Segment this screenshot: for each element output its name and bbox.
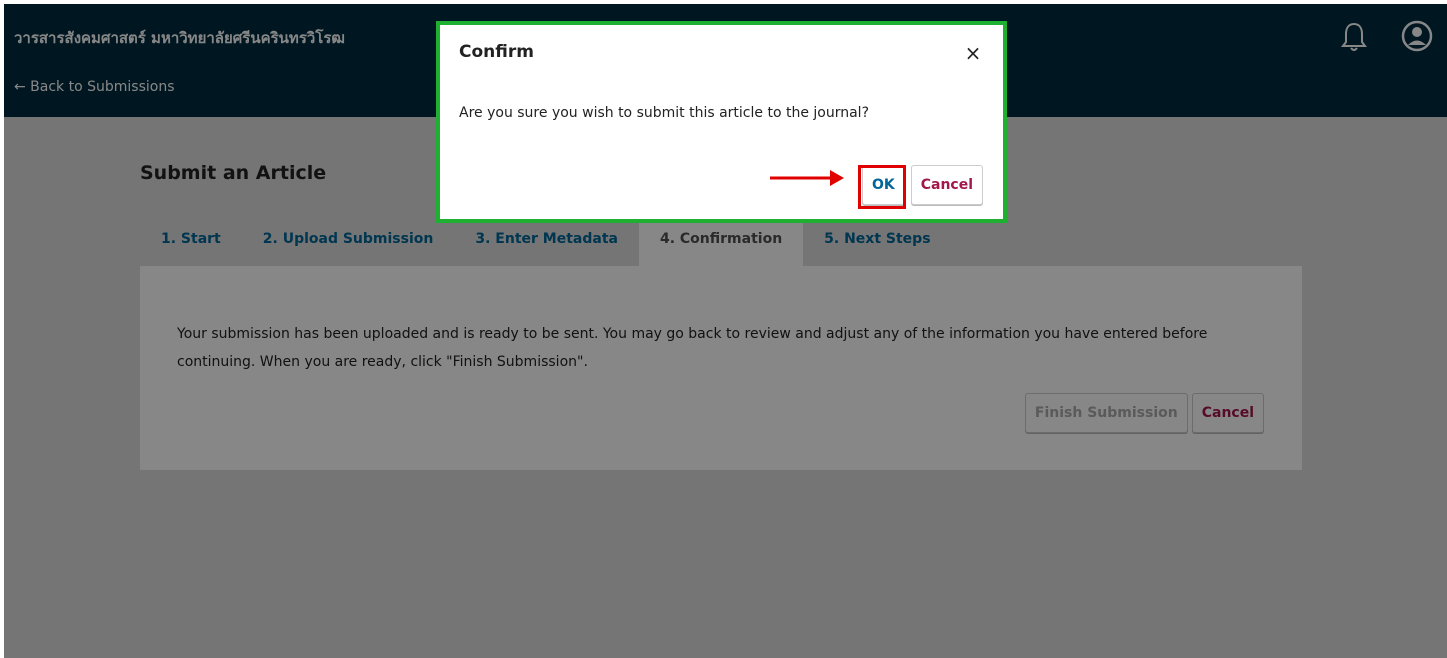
dialog-actions: OK Cancel	[861, 165, 983, 205]
dialog-cancel-button[interactable]: Cancel	[910, 165, 983, 205]
dialog-message: Are you sure you wish to submit this art…	[459, 105, 869, 121]
close-icon[interactable]: ×	[961, 41, 985, 65]
confirm-dialog: Confirm × Are you sure you wish to submi…	[436, 21, 1007, 223]
arrow-annotation-icon	[770, 170, 844, 186]
dialog-title: Confirm	[459, 42, 534, 62]
ok-button[interactable]: OK	[861, 165, 905, 205]
